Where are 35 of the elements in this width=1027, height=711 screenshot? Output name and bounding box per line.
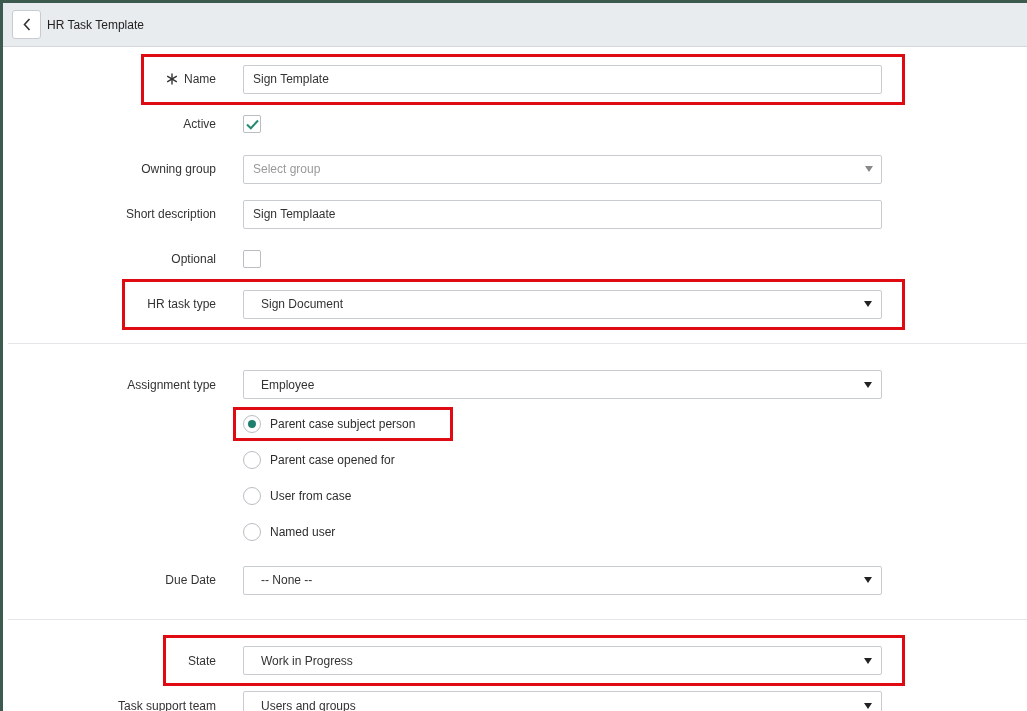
radio-button[interactable]: [243, 414, 261, 433]
caret-icon: [864, 577, 872, 583]
radio-label: Parent case opened for: [270, 452, 395, 467]
checkbox[interactable]: [243, 115, 261, 133]
checkbox[interactable]: [243, 250, 261, 268]
back-icon: [22, 18, 31, 31]
radio-label: Named user: [270, 524, 336, 539]
page-title: HR Task Template: [47, 17, 144, 32]
reference-field[interactable]: Select group: [243, 154, 882, 184]
text-field[interactable]: Sign Template: [243, 64, 882, 94]
radio-label: Parent case subject person: [270, 416, 416, 431]
caret-icon: [864, 301, 872, 307]
field-label: Due Date: [165, 573, 216, 587]
caret-icon: [865, 166, 873, 172]
radio-button[interactable]: [243, 486, 261, 505]
field-label: Name: [184, 72, 216, 86]
caret-icon: [864, 657, 872, 664]
field-label: Optional: [171, 252, 216, 266]
caret-icon: [864, 381, 872, 388]
field-label: Assignment type: [127, 377, 216, 392]
radio-button[interactable]: [243, 522, 261, 541]
field-label: Active: [183, 117, 216, 131]
caret-icon: [864, 702, 872, 709]
back-button[interactable]: [12, 10, 41, 39]
radio-label: User from case: [270, 488, 352, 503]
dropdown[interactable]: Sign Document: [243, 289, 882, 319]
field-label: Owning group: [141, 162, 216, 176]
radio-button[interactable]: [243, 450, 261, 469]
dropdown[interactable]: Work in Progress: [243, 646, 882, 675]
text-field[interactable]: Sign Templaate: [243, 199, 882, 229]
dropdown[interactable]: Employee: [243, 370, 882, 399]
field-label: HR task type: [147, 297, 216, 311]
dropdown[interactable]: -- None --: [243, 565, 882, 595]
field-label: Short description: [125, 207, 216, 221]
field-label: State: [187, 653, 216, 668]
